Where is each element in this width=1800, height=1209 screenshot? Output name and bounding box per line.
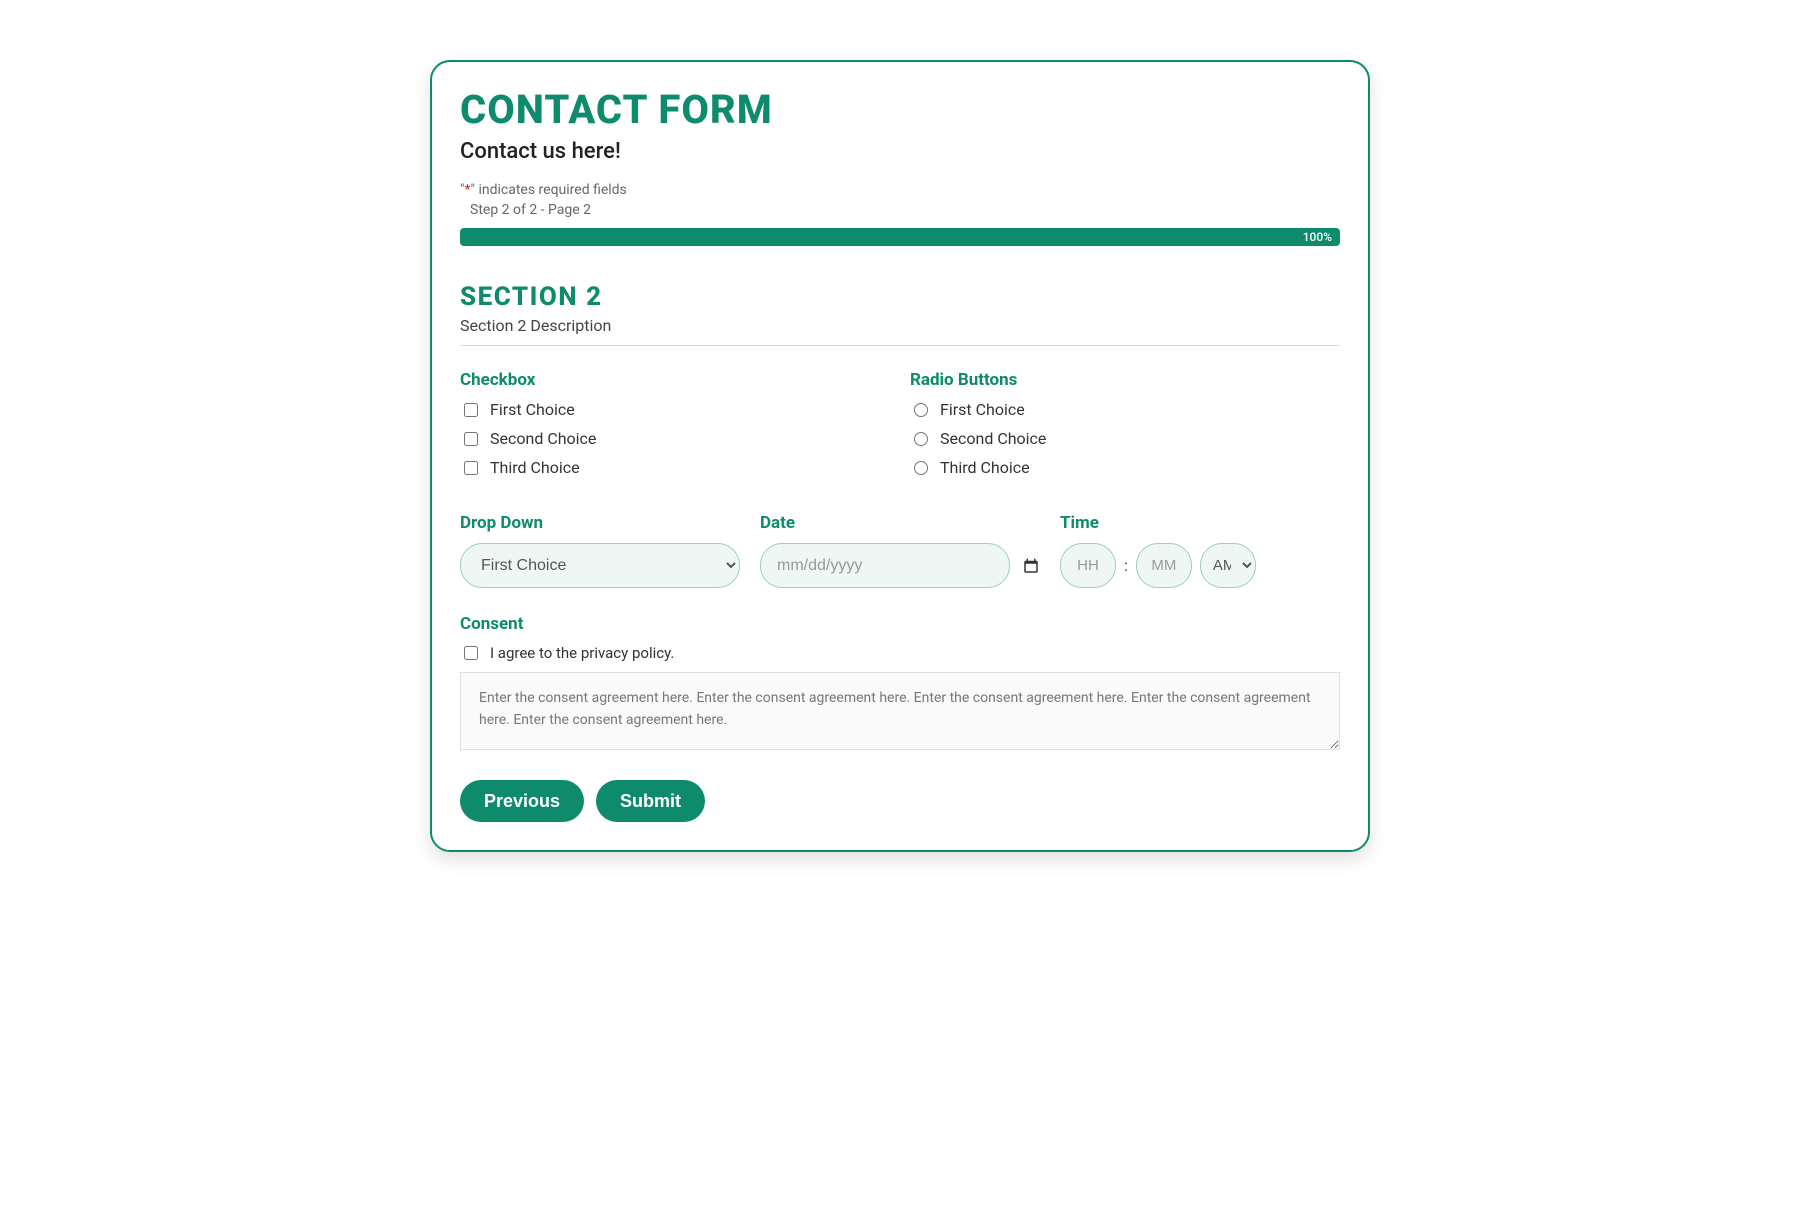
button-row: Previous Submit (460, 780, 1340, 822)
submit-button[interactable]: Submit (596, 780, 705, 822)
radio-field-group: Radio Buttons First Choice Second Choice… (910, 370, 1340, 487)
contact-form-card: CONTACT FORM Contact us here! "*" indica… (430, 60, 1370, 852)
time-colon-separator: : (1124, 556, 1128, 575)
consent-agree-label[interactable]: I agree to the privacy policy. (490, 644, 674, 662)
checkbox-second-choice[interactable] (464, 432, 478, 446)
dropdown-field-group: Drop Down First Choice (460, 513, 740, 588)
form-subtitle: Contact us here! (460, 139, 1340, 164)
checkbox-option-label[interactable]: First Choice (490, 400, 575, 419)
consent-agreement-textarea[interactable] (460, 672, 1340, 750)
section-title: SECTION 2 (460, 282, 1340, 312)
time-field-label: Time (1060, 513, 1340, 533)
date-field-group: Date (760, 513, 1040, 588)
date-field-label: Date (760, 513, 1040, 533)
time-hours-input[interactable] (1060, 543, 1116, 588)
step-indicator: Step 2 of 2 - Page 2 (470, 202, 1340, 218)
checkbox-first-choice[interactable] (464, 403, 478, 417)
checkbox-option-label[interactable]: Second Choice (490, 429, 596, 448)
date-input[interactable] (760, 543, 1010, 588)
checkbox-third-choice[interactable] (464, 461, 478, 475)
time-ampm-select[interactable]: AM (1200, 543, 1256, 588)
section-description: Section 2 Description (460, 316, 1340, 335)
radio-option-label[interactable]: Second Choice (940, 429, 1046, 448)
radio-first-choice[interactable] (914, 403, 928, 417)
radio-third-choice[interactable] (914, 461, 928, 475)
consent-field-group: Consent I agree to the privacy policy. (460, 614, 1340, 754)
progress-bar: 100% (460, 228, 1340, 246)
consent-field-label: Consent (460, 614, 1340, 634)
checkbox-option-label[interactable]: Third Choice (490, 458, 580, 477)
checkbox-field-group: Checkbox First Choice Second Choice Thir… (460, 370, 890, 487)
time-field-group: Time : AM (1060, 513, 1340, 588)
form-title: CONTACT FORM (460, 86, 1340, 133)
previous-button[interactable]: Previous (460, 780, 584, 822)
quote-suffix: " indicates required fields (471, 182, 627, 198)
checkbox-field-label: Checkbox (460, 370, 890, 390)
section-divider (460, 345, 1340, 346)
radio-second-choice[interactable] (914, 432, 928, 446)
radio-field-label: Radio Buttons (910, 370, 1340, 390)
consent-checkbox[interactable] (464, 646, 478, 660)
progress-percent-label: 100% (1303, 228, 1332, 246)
radio-option-label[interactable]: Third Choice (940, 458, 1030, 477)
calendar-icon[interactable] (1022, 557, 1040, 575)
dropdown-field-label: Drop Down (460, 513, 740, 533)
time-minutes-input[interactable] (1136, 543, 1192, 588)
required-fields-note: "*" indicates required fields (460, 182, 1340, 198)
dropdown-select[interactable]: First Choice (460, 543, 740, 588)
radio-option-label[interactable]: First Choice (940, 400, 1025, 419)
